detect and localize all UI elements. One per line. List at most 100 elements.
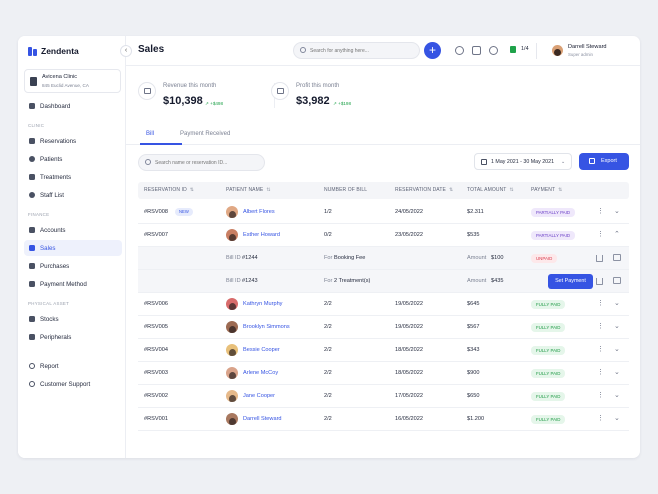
more-options-icon[interactable]: ⋮ [597, 323, 604, 330]
user-avatar[interactable] [552, 45, 563, 56]
wallet-icon [29, 227, 35, 233]
sidebar-item-label: Accounts [40, 226, 66, 234]
table-search[interactable] [138, 154, 265, 171]
header-divider [536, 43, 537, 59]
table-row[interactable]: #RSV006 Kathryn Murphy 2/2 19/05/2022 $6… [138, 293, 629, 316]
settings-icon[interactable] [489, 46, 498, 55]
flag-icon[interactable] [510, 46, 516, 53]
sidebar-item-accounts[interactable]: Accounts [24, 222, 122, 238]
sidebar-item-sales[interactable]: Sales [24, 240, 122, 256]
payment-status-badge: FULLY PAID [531, 346, 566, 355]
sidebar: Zendenta Avicena Clinic 845 Euclid Avenu… [18, 36, 126, 458]
column-header-reservation-id[interactable]: RESERVATION ID ⇅ [144, 187, 194, 193]
column-header-patient-name[interactable]: PATIENT NAME ⇅ [226, 187, 271, 193]
sidebar-item-staff-list[interactable]: Staff List [24, 187, 122, 203]
more-options-icon[interactable]: ⋮ [597, 415, 604, 422]
collapse-sidebar-button[interactable]: ‹ [120, 45, 132, 57]
chevron-down-icon[interactable]: ⌄ [614, 322, 620, 330]
search-icon [300, 47, 306, 53]
credit-card-icon [29, 281, 35, 287]
profit-delta-value: +$198 [338, 101, 352, 106]
table-row[interactable]: #RSV002 Jane Cooper 2/2 17/05/2022 $650 … [138, 385, 629, 408]
column-header-reservation-date[interactable]: RESERVATION DATE ⇅ [395, 187, 453, 193]
table-row[interactable]: #RSV008 NEW Albert Flores 1/2 24/05/2022… [138, 201, 629, 224]
patient-avatar [226, 229, 238, 241]
patient-name[interactable]: Jane Cooper [243, 393, 275, 399]
print-icon[interactable] [613, 277, 621, 284]
brand-logo[interactable]: Zendenta [28, 46, 79, 56]
more-options-icon[interactable]: ⋮ [597, 231, 604, 238]
chevron-down-icon[interactable]: ⌄ [614, 299, 620, 307]
logo-icon [28, 46, 37, 56]
more-options-icon[interactable]: ⋮ [597, 369, 604, 376]
clinic-selector[interactable]: Avicena Clinic 845 Euclid Avenue, CA [24, 69, 121, 93]
sidebar-item-purchases[interactable]: Purchases [24, 258, 122, 274]
patient-name[interactable]: Brooklyn Simmons [243, 324, 290, 330]
patient-name[interactable]: Albert Flores [243, 209, 275, 215]
chevron-up-icon[interactable]: ⌃ [614, 230, 620, 238]
more-options-icon[interactable]: ⋮ [597, 346, 604, 353]
global-search[interactable] [293, 42, 420, 59]
sidebar-item-stocks[interactable]: Stocks [24, 311, 122, 327]
download-icon[interactable] [596, 255, 603, 262]
more-options-icon[interactable]: ⋮ [597, 300, 604, 307]
set-payment-button[interactable]: Set Payment [548, 274, 593, 289]
reservation-id: #RSV004 [144, 347, 168, 353]
table-row[interactable]: #RSV007 Esther Howard 0/2 23/05/2022 $53… [138, 224, 629, 247]
patient-name[interactable]: Bessie Cooper [243, 347, 280, 353]
active-tab-indicator [140, 143, 182, 145]
sort-icon: ⇅ [189, 187, 195, 193]
bill-count: 2/2 [324, 393, 332, 399]
sidebar-item-reservations[interactable]: Reservations [24, 133, 122, 149]
sidebar-item-payment-method[interactable]: Payment Method [24, 276, 122, 292]
reservation-id: #RSV007 [144, 232, 168, 238]
user-name[interactable]: Darrell Steward [568, 44, 607, 50]
add-new-button[interactable]: + [424, 42, 441, 59]
search-input[interactable] [310, 45, 415, 56]
chevron-down-icon[interactable]: ⌄ [614, 414, 620, 422]
help-icon[interactable] [455, 46, 464, 55]
patient-name[interactable]: Esther Howard [243, 232, 280, 238]
patient-name[interactable]: Kathryn Murphy [243, 301, 282, 307]
download-icon[interactable] [596, 278, 603, 285]
more-options-icon[interactable]: ⋮ [597, 208, 604, 215]
revenue-delta: ↗ +$498 [205, 101, 224, 106]
more-options-icon[interactable]: ⋮ [597, 392, 604, 399]
column-header-total-amount[interactable]: TOTAL AMOUNT ⇅ [467, 187, 514, 193]
sidebar-item-dashboard[interactable]: Dashboard [24, 98, 122, 114]
sidebar-item-customer-support[interactable]: Customer Support [24, 376, 122, 392]
activity-icon[interactable] [472, 46, 481, 55]
column-header-payment[interactable]: PAYMENT ⇅ [531, 187, 562, 193]
top-header: Sales + 1/4 Darrell Steward Super admin [126, 36, 640, 66]
table-search-input[interactable] [155, 157, 260, 168]
tab-payment-received[interactable]: Payment Received [180, 131, 230, 137]
profit-label: Profit this month [296, 83, 340, 89]
patient-name[interactable]: Arlene McCoy [243, 370, 278, 376]
sidebar-item-treatments[interactable]: Treatments [24, 169, 122, 185]
print-icon[interactable] [613, 254, 621, 261]
payment-status-badge: FULLY PAID [531, 415, 566, 424]
reservation-date: 19/05/2022 [395, 324, 423, 330]
bill-count: 2/2 [324, 416, 332, 422]
sidebar-item-peripherals[interactable]: Peripherals [24, 329, 122, 345]
sidebar-item-report[interactable]: Report [24, 358, 122, 374]
chevron-down-icon[interactable]: ⌄ [614, 368, 620, 376]
table-row[interactable]: #RSV004 Bessie Cooper 2/2 18/05/2022 $34… [138, 339, 629, 362]
chevron-down-icon[interactable]: ⌄ [614, 391, 620, 399]
sidebar-item-patients[interactable]: Patients [24, 151, 122, 167]
table-row[interactable]: #RSV003 Arlene McCoy 2/2 18/05/2022 $900… [138, 362, 629, 385]
reservation-id: #RSV002 [144, 393, 168, 399]
date-range-picker[interactable]: 1 May 2021 - 30 May 2021 ⌄ [474, 153, 572, 170]
patient-name[interactable]: Darrell Steward [243, 416, 282, 422]
reservation-id: #RSV003 [144, 370, 168, 376]
reservation-date: 18/05/2022 [395, 347, 423, 353]
table-row[interactable]: #RSV005 Brooklyn Simmons 2/2 19/05/2022 … [138, 316, 629, 339]
tab-bill[interactable]: Bill [146, 131, 154, 137]
chevron-down-icon[interactable]: ⌄ [614, 345, 620, 353]
table-row[interactable]: #RSV001 Darrell Steward 2/2 16/05/2022 $… [138, 408, 629, 431]
export-button[interactable]: Export [579, 153, 629, 170]
bill-amount: $435 [491, 278, 504, 284]
chevron-down-icon[interactable]: ⌄ [614, 207, 620, 215]
sidebar-item-label: Staff List [40, 191, 64, 199]
reservation-date: 18/05/2022 [395, 370, 423, 376]
